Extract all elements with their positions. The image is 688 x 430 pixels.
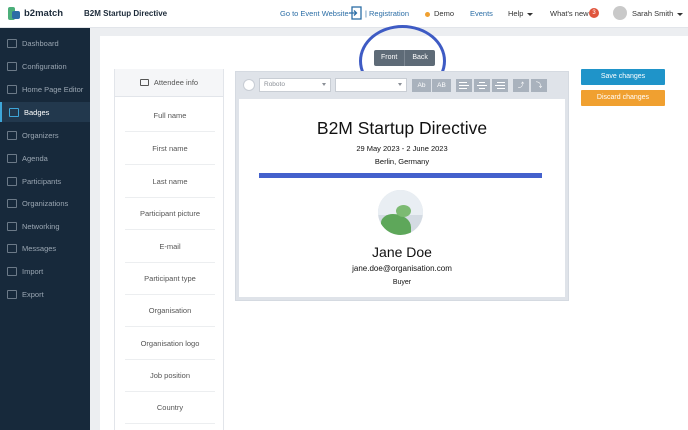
field-country[interactable]: Country xyxy=(125,391,215,424)
badge-participant-type[interactable]: Buyer xyxy=(239,279,565,286)
b2match-logo[interactable]: b2match xyxy=(8,7,63,20)
capitalize-button[interactable]: Ab xyxy=(412,79,431,92)
save-changes-button[interactable]: Save changes xyxy=(581,69,665,85)
field-organisation[interactable]: Organisation xyxy=(125,294,215,327)
sidebar-item-messages[interactable]: Messages xyxy=(0,238,90,258)
field-participant-type[interactable]: Participant type xyxy=(125,262,215,295)
sidebar-item-import[interactable]: Import xyxy=(0,261,90,281)
id-card-icon xyxy=(139,79,149,86)
logo-text: b2match xyxy=(24,8,64,19)
field-job-position[interactable]: Job position xyxy=(125,359,215,392)
user-menu[interactable]: Sarah Smith xyxy=(632,9,684,18)
go-to-event-website-link[interactable]: Go to Event Website xyxy=(280,9,349,18)
agenda-icon xyxy=(7,153,17,163)
sidebar-item-agenda[interactable]: Agenda xyxy=(0,148,90,168)
align-right-button[interactable] xyxy=(492,79,508,92)
field-email[interactable]: E-mail xyxy=(125,230,215,263)
attendee-info-header: Attendee info xyxy=(115,69,223,97)
user-avatar[interactable] xyxy=(613,6,627,20)
field-last-name[interactable]: Last name xyxy=(125,165,215,198)
help-label: Help xyxy=(508,9,524,18)
sidebar-item-dashboard[interactable]: Dashboard xyxy=(0,33,90,53)
help-menu[interactable]: Help xyxy=(508,9,534,18)
events-link[interactable]: Events xyxy=(470,9,493,18)
field-first-name[interactable]: First name xyxy=(125,132,215,165)
align-left-button[interactable] xyxy=(456,79,472,92)
sidebar-item-organizers[interactable]: Organizers xyxy=(0,125,90,145)
move-up-button[interactable]: ⤴ xyxy=(513,79,529,92)
badges-icon xyxy=(9,107,19,117)
sidebar-item-configuration[interactable]: Configuration xyxy=(0,56,90,76)
move-down-button[interactable]: ⤵ xyxy=(531,79,547,92)
chevron-down-icon xyxy=(322,83,326,86)
field-full-name[interactable]: Full name xyxy=(125,99,215,132)
sidebar-item-participants[interactable]: Participants xyxy=(0,171,90,191)
organizations-icon xyxy=(7,198,17,208)
uppercase-button[interactable]: AB xyxy=(432,79,451,92)
participant-photo[interactable] xyxy=(378,190,423,235)
dashboard-icon xyxy=(7,38,17,48)
sidebar-item-organizations[interactable]: Organizations xyxy=(0,193,90,213)
demo-status[interactable]: Demo xyxy=(425,9,454,18)
logo-mark-icon xyxy=(8,7,20,20)
participants-icon xyxy=(7,176,17,186)
sidebar-item-home-page-editor[interactable]: Home Page Editor xyxy=(0,79,90,99)
whats-new-link[interactable]: What's new xyxy=(550,9,589,18)
networking-icon xyxy=(7,221,17,231)
chevron-down-icon xyxy=(677,12,684,16)
sidebar-item-label: Export xyxy=(22,289,44,299)
font-size-select[interactable] xyxy=(335,78,407,92)
color-picker[interactable] xyxy=(243,79,255,91)
sidebar-item-label: Organizations xyxy=(22,198,69,208)
badge-participant-name[interactable]: Jane Doe xyxy=(239,244,565,260)
sidebar-item-badges[interactable]: Badges xyxy=(0,102,90,122)
badge-color-bar[interactable] xyxy=(259,173,542,178)
field-participant-picture[interactable]: Participant picture xyxy=(125,197,215,230)
sidebar-item-label: Agenda xyxy=(22,153,48,163)
sidebar-item-label: Networking xyxy=(22,221,60,231)
align-center-button[interactable] xyxy=(474,79,490,92)
sidebar-item-label: Badges xyxy=(24,107,50,117)
field-organisation-logo[interactable]: Organisation logo xyxy=(125,327,215,360)
status-dot-icon xyxy=(425,11,430,17)
organizers-icon xyxy=(7,130,17,140)
discard-changes-button[interactable]: Discard changes xyxy=(581,90,665,106)
demo-label: Demo xyxy=(434,9,455,18)
badge-preview: B2M Startup Directive 29 May 2023 - 2 Ju… xyxy=(239,99,565,297)
top-bar: b2match B2M Startup Directive Go to Even… xyxy=(0,0,688,28)
sidebar-item-label: Dashboard xyxy=(22,38,59,48)
font-family-select[interactable]: Roboto xyxy=(259,78,331,92)
badge-event-location[interactable]: Berlin, Germany xyxy=(239,157,565,166)
registration-icon[interactable] xyxy=(348,6,362,20)
home-page-editor-icon xyxy=(7,84,17,94)
attendee-info-title: Attendee info xyxy=(153,78,199,87)
font-family-value: Roboto xyxy=(264,81,285,88)
messages-icon xyxy=(7,243,17,253)
badge-event-title[interactable]: B2M Startup Directive xyxy=(239,118,565,139)
sidebar-item-label: Configuration xyxy=(22,61,67,71)
sidebar-item-export[interactable]: Export xyxy=(0,284,90,304)
event-title: B2M Startup Directive xyxy=(84,9,168,18)
badge-event-dates[interactable]: 29 May 2023 - 2 June 2023 xyxy=(239,144,565,153)
sidebar-item-label: Home Page Editor xyxy=(22,84,84,94)
configuration-icon xyxy=(7,61,17,71)
format-toolbar: Roboto Ab AB ⤴ ⤵ xyxy=(236,72,568,99)
sidebar-item-label: Import xyxy=(22,266,44,276)
sidebar-item-label: Organizers xyxy=(22,130,59,140)
export-icon xyxy=(7,289,17,299)
sidebar-item-label: Participants xyxy=(22,176,62,186)
chevron-down-icon xyxy=(527,12,534,16)
sidebar: Dashboard Configuration Home Page Editor… xyxy=(0,28,90,430)
attendee-info-panel: Attendee info Full name First name Last … xyxy=(114,69,224,430)
notification-count-badge: 3 xyxy=(589,8,599,18)
user-name: Sarah Smith xyxy=(632,9,674,18)
badge-participant-email[interactable]: jane.doe@organisation.com xyxy=(239,264,565,273)
sidebar-item-networking[interactable]: Networking xyxy=(0,216,90,236)
chevron-down-icon xyxy=(398,83,402,86)
import-icon xyxy=(7,266,17,276)
sidebar-item-label: Messages xyxy=(22,243,57,253)
registration-link[interactable]: Registration xyxy=(369,9,409,18)
